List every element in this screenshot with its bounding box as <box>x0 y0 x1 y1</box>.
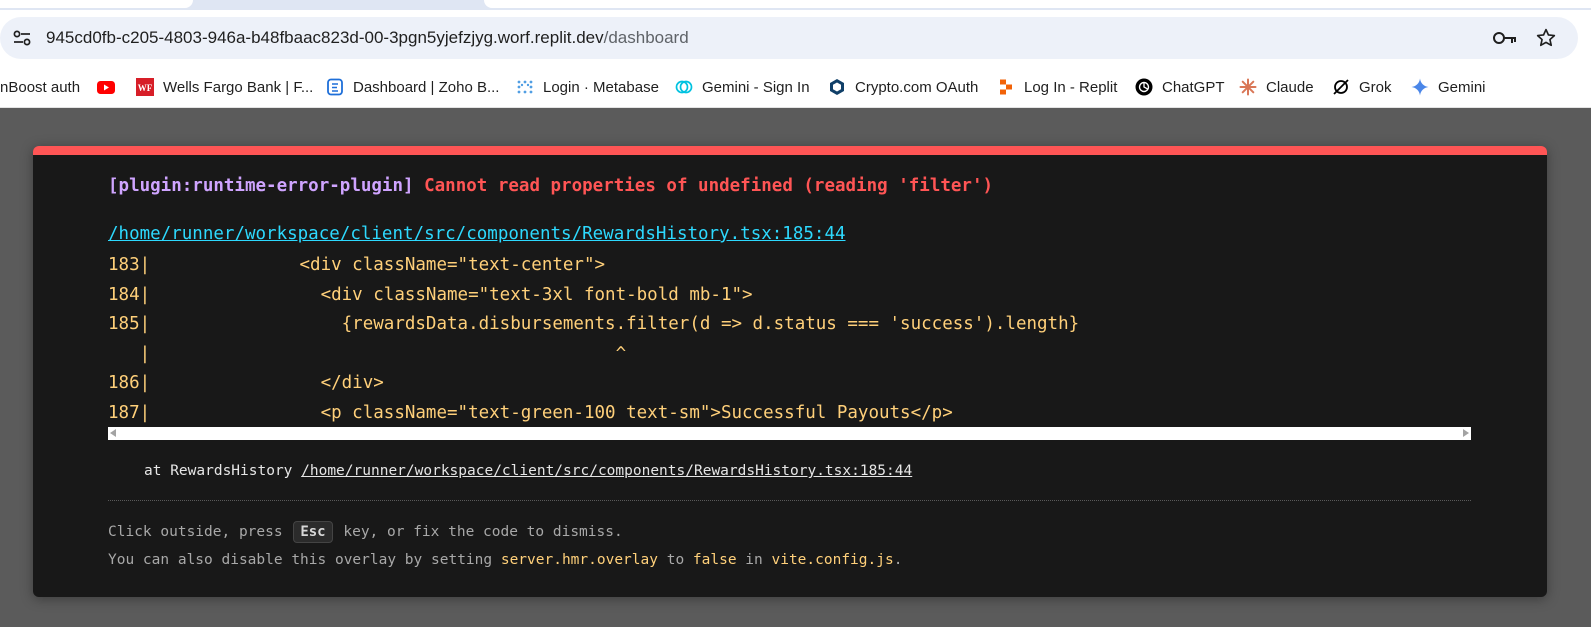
claude-icon <box>1239 78 1257 96</box>
page-backdrop[interactable]: [plugin:runtime-error-plugin] Cannot rea… <box>0 108 1591 627</box>
line-number: 187| <box>108 402 151 423</box>
scroll-left-icon[interactable] <box>110 429 116 437</box>
url-path: /dashboard <box>603 28 689 47</box>
line-code: </div> <box>152 373 384 393</box>
bookmarks-bar: nBoost auth WF Wells Fargo Bank | F... D… <box>0 66 1591 108</box>
crypto-com-icon <box>828 78 846 96</box>
address-bar[interactable]: 945cd0fb-c205-4803-946a-b48fbaac823d-00-… <box>0 17 1578 59</box>
line-number: 184| <box>108 284 151 305</box>
wells-fargo-icon-text: WF <box>138 83 153 93</box>
url-text[interactable]: 945cd0fb-c205-4803-946a-b48fbaac823d-00-… <box>46 28 689 48</box>
bookmark-metabase[interactable]: Login · Metabase <box>516 66 659 108</box>
line-number: 186| <box>108 373 151 393</box>
bookmark-wells-fargo[interactable]: WF Wells Fargo Bank | F... <box>136 66 313 108</box>
site-settings-icon[interactable] <box>12 28 32 48</box>
chatgpt-icon <box>1135 78 1153 96</box>
bookmark-star-icon[interactable] <box>1535 27 1557 49</box>
tip2-e: in <box>736 552 772 568</box>
tip2-g: . <box>893 552 903 568</box>
scroll-right-icon[interactable] <box>1463 429 1469 437</box>
stack-prefix: at RewardsHistory <box>144 463 302 479</box>
code-line: 184| <div className="text-3xl font-bold … <box>108 281 1471 311</box>
gemini-icon <box>1411 78 1429 96</box>
bookmark-youtube[interactable] <box>97 66 124 108</box>
code-line: 185| {rewardsData.disbursements.filter(d… <box>108 310 1471 340</box>
error-file-link[interactable]: /home/runner/workspace/client/src/compon… <box>108 224 846 244</box>
line-number: 183| <box>108 255 151 275</box>
bookmark-chatgpt[interactable]: ChatGPT <box>1135 66 1225 108</box>
bookmark-label: Grok <box>1359 78 1392 96</box>
stack-file-link[interactable]: /home/runner/workspace/client/src/compon… <box>301 463 912 479</box>
bookmark-zoho-books[interactable]: Dashboard | Zoho B... <box>326 66 499 108</box>
replit-icon <box>997 78 1015 96</box>
bookmark-nboost-auth[interactable]: nBoost auth <box>0 66 80 108</box>
code-line: 187| <p className="text-green-100 text-s… <box>108 399 1471 429</box>
browser-tab[interactable] <box>0 0 193 8</box>
bookmark-label: Gemini <box>1438 78 1486 96</box>
disable-overlay-tip: You can also disable this overlay by set… <box>108 552 902 568</box>
code-line: 186| </div> <box>108 369 1471 399</box>
line-number: 185| <box>108 314 151 334</box>
code-frame: 183| <div className="text-center"> 184| … <box>108 251 1471 428</box>
dismiss-tip: Click outside, press Esc key, or fix the… <box>108 521 623 543</box>
line-number: | <box>108 343 151 364</box>
youtube-icon <box>97 78 115 96</box>
bookmark-label: Wells Fargo Bank | F... <box>163 78 314 96</box>
bookmark-label: ChatGPT <box>1162 78 1225 96</box>
vite-error-overlay: [plugin:runtime-error-plugin] Cannot rea… <box>33 146 1547 597</box>
bookmark-gemini-sign-in[interactable]: Gemini - Sign In <box>675 66 810 108</box>
bookmark-grok[interactable]: Grok <box>1332 66 1392 108</box>
code-line: 183| <div className="text-center"> <box>108 251 1471 281</box>
tip1-before: Click outside, press <box>108 524 292 540</box>
error-plugin: [plugin:runtime-error-plugin] <box>108 176 414 196</box>
code-line-caret: | ^ <box>108 340 1471 370</box>
wells-fargo-icon: WF <box>136 78 154 96</box>
bookmark-claude[interactable]: Claude <box>1239 66 1314 108</box>
line-code: <p className="text-green-100 text-sm">Su… <box>152 402 953 423</box>
divider <box>108 500 1471 501</box>
url-host: 945cd0fb-c205-4803-946a-b48fbaac823d-00-… <box>46 28 604 47</box>
bookmark-gemini[interactable]: Gemini <box>1411 66 1486 108</box>
bookmark-label: Dashboard | Zoho B... <box>353 78 500 96</box>
error-text: Cannot read properties of undefined (rea… <box>424 176 994 196</box>
bookmark-label: Login · Metabase <box>543 78 659 96</box>
config-value: false <box>692 552 737 568</box>
bookmark-label: Claude <box>1266 78 1314 96</box>
metabase-icon <box>516 78 534 96</box>
line-code: ^ <box>152 343 627 364</box>
browser-tab-active[interactable] <box>484 0 1591 8</box>
config-file: vite.config.js <box>771 552 894 568</box>
zoho-books-icon <box>326 78 344 96</box>
tip1-after: key, or fix the code to dismiss. <box>334 524 623 540</box>
browser-toolbar: 945cd0fb-c205-4803-946a-b48fbaac823d-00-… <box>0 10 1591 66</box>
password-key-icon[interactable] <box>1492 29 1518 47</box>
config-key: server.hmr.overlay <box>500 552 658 568</box>
esc-key: Esc <box>293 521 333 543</box>
bookmark-label: Crypto.com OAuth <box>855 78 979 96</box>
bookmark-label: nBoost auth <box>0 78 81 96</box>
bookmark-crypto-com[interactable]: Crypto.com OAuth <box>828 66 978 108</box>
bookmark-label: Gemini - Sign In <box>702 78 810 96</box>
code-horizontal-scrollbar[interactable] <box>108 427 1471 440</box>
error-message: [plugin:runtime-error-plugin] Cannot rea… <box>108 176 993 196</box>
tip2-a: You can also disable this overlay by set… <box>108 552 501 568</box>
bookmark-label: Log In - Replit <box>1024 78 1118 96</box>
gemini-exchange-icon <box>675 78 693 96</box>
line-code: <div className="text-center"> <box>152 255 606 275</box>
line-code: <div className="text-3xl font-bold mb-1"… <box>152 284 753 305</box>
tip2-c: to <box>657 552 693 568</box>
line-code: {rewardsData.disbursements.filter(d => d… <box>152 314 1080 334</box>
bookmark-replit[interactable]: Log In - Replit <box>997 66 1117 108</box>
grok-icon <box>1332 78 1350 96</box>
tab-strip <box>0 0 1591 10</box>
stack-trace: at RewardsHistory /home/runner/workspace… <box>144 463 912 479</box>
